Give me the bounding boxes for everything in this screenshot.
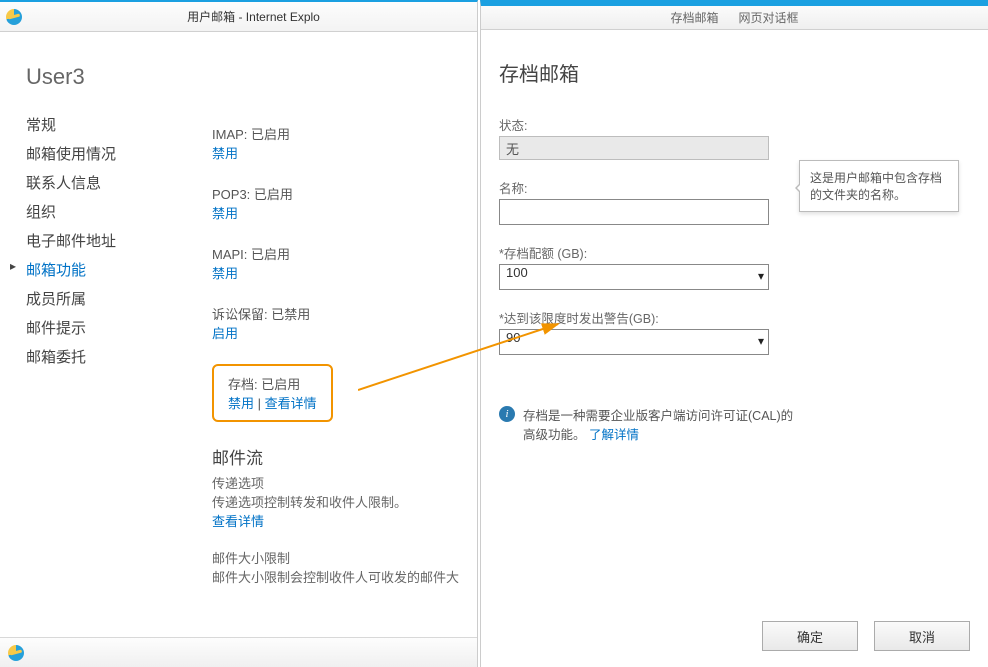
size-desc: 邮件大小限制会控制收件人可收发的邮件大 <box>212 567 475 586</box>
feature-archive-highlight: 存档: 已启用 禁用 | 查看详情 <box>212 364 333 422</box>
mapi-disable-link[interactable]: 禁用 <box>212 266 238 281</box>
archive-disable-link[interactable]: 禁用 <box>228 396 254 411</box>
dialog-button-bar: 确定 取消 <box>762 621 970 651</box>
left-body: User3 常规 邮箱使用情况 联系人信息 组织 电子邮件地址 邮箱功能 成员所… <box>2 34 475 635</box>
imap-disable-link[interactable]: 禁用 <box>212 146 238 161</box>
sidebar-item-contact[interactable]: 联系人信息 <box>20 168 192 197</box>
sidebar-item-features[interactable]: 邮箱功能 <box>20 255 192 284</box>
sidebar-item-email[interactable]: 电子邮件地址 <box>20 226 192 255</box>
dialog-body: 存档邮箱 状态: 无 名称: 这是用户邮箱中包含存档的文件夹的名称。 *存档配额… <box>481 30 988 443</box>
chevron-down-icon: ▾ <box>758 334 764 348</box>
warn-label: *达到该限度时发出警告(GB): <box>499 308 970 327</box>
info-text-container: 存档是一种需要企业版客户端访问许可证(CAL)的高级功能。 了解详情 <box>523 405 799 443</box>
imap-status: IMAP: 已启用 <box>212 124 475 143</box>
name-tooltip: 这是用户邮箱中包含存档的文件夹的名称。 <box>799 160 959 212</box>
size-subtitle: 邮件大小限制 <box>212 548 475 567</box>
user-mailbox-window: 用户邮箱 - Internet Explo User3 常规 邮箱使用情况 联系… <box>0 0 478 667</box>
feature-pop3: POP3: 已启用 禁用 <box>212 184 475 222</box>
ie-icon-footer <box>8 645 24 661</box>
mailflow-title: 邮件流 <box>212 444 475 469</box>
archive-details-link[interactable]: 查看详情 <box>265 396 317 411</box>
sidebar-item-org[interactable]: 组织 <box>20 197 192 226</box>
quota-select[interactable]: 100 ▾ <box>499 264 769 290</box>
sidebar-item-memberof[interactable]: 成员所属 <box>20 284 192 313</box>
right-title-left: 存档邮箱 <box>670 9 718 26</box>
info-row: i 存档是一种需要企业版客户端访问许可证(CAL)的高级功能。 了解详情 <box>499 405 799 443</box>
dialog-title: 存档邮箱 <box>499 58 970 87</box>
feature-imap: IMAP: 已启用 禁用 <box>212 124 475 162</box>
sidebar-item-general[interactable]: 常规 <box>20 110 192 139</box>
quota-value: 100 <box>506 265 528 280</box>
delivery-desc: 传递选项控制转发和收件人限制。 <box>212 492 475 511</box>
litigation-status: 诉讼保留: 已禁用 <box>212 304 475 323</box>
feature-litigation: 诉讼保留: 已禁用 启用 <box>212 304 475 342</box>
warn-row: *达到该限度时发出警告(GB): 90 ▾ <box>499 308 970 355</box>
sidebar-item-usage[interactable]: 邮箱使用情况 <box>20 139 192 168</box>
ok-button[interactable]: 确定 <box>762 621 858 651</box>
sidebar-item-delegate[interactable]: 邮箱委托 <box>20 342 192 371</box>
right-title-right: 网页对话框 <box>739 9 799 26</box>
sidebar-item-mailtip[interactable]: 邮件提示 <box>20 313 192 342</box>
info-text: 存档是一种需要企业版客户端访问许可证(CAL)的高级功能。 <box>523 409 793 442</box>
quota-label: *存档配额 (GB): <box>499 243 970 262</box>
archive-separator: | <box>254 396 265 411</box>
left-window-title: 用户邮箱 - Internet Explo <box>30 8 477 25</box>
archive-dialog-window: 存档邮箱 网页对话框 存档邮箱 状态: 无 名称: 这是用户邮箱中包含存档的文件… <box>480 0 988 667</box>
name-row: 名称: 这是用户邮箱中包含存档的文件夹的名称。 <box>499 178 970 225</box>
learn-more-link[interactable]: 了解详情 <box>589 428 639 442</box>
right-titlebar: 存档邮箱 网页对话框 <box>481 6 988 30</box>
pop3-disable-link[interactable]: 禁用 <box>212 206 238 221</box>
feature-mapi: MAPI: 已启用 禁用 <box>212 244 475 282</box>
pop3-status: POP3: 已启用 <box>212 184 475 203</box>
cancel-button[interactable]: 取消 <box>874 621 970 651</box>
info-icon: i <box>499 406 515 422</box>
warn-select[interactable]: 90 ▾ <box>499 329 769 355</box>
delivery-subtitle: 传递选项 <box>212 473 475 492</box>
status-row: 状态: 无 <box>499 115 970 160</box>
user-heading: User3 <box>2 34 475 94</box>
ie-icon <box>6 9 22 25</box>
litigation-enable-link[interactable]: 启用 <box>212 326 238 341</box>
chevron-down-icon: ▾ <box>758 269 764 283</box>
archive-status: 存档: 已启用 <box>228 374 317 393</box>
left-footer <box>0 637 477 667</box>
mapi-status: MAPI: 已启用 <box>212 244 475 263</box>
mailflow-section: 邮件流 传递选项 传递选项控制转发和收件人限制。 查看详情 邮件大小限制 邮件大… <box>212 444 475 586</box>
status-value: 无 <box>499 136 769 160</box>
delivery-details-link[interactable]: 查看详情 <box>212 514 264 529</box>
left-titlebar: 用户邮箱 - Internet Explo <box>0 2 477 32</box>
feature-column: IMAP: 已启用 禁用 POP3: 已启用 禁用 MAPI: 已启用 禁用 诉… <box>192 94 475 586</box>
name-input[interactable] <box>499 199 769 225</box>
warn-value: 90 <box>506 330 520 345</box>
quota-row: *存档配额 (GB): 100 ▾ <box>499 243 970 290</box>
status-label: 状态: <box>499 115 970 134</box>
sidebar: 常规 邮箱使用情况 联系人信息 组织 电子邮件地址 邮箱功能 成员所属 邮件提示… <box>2 94 192 371</box>
